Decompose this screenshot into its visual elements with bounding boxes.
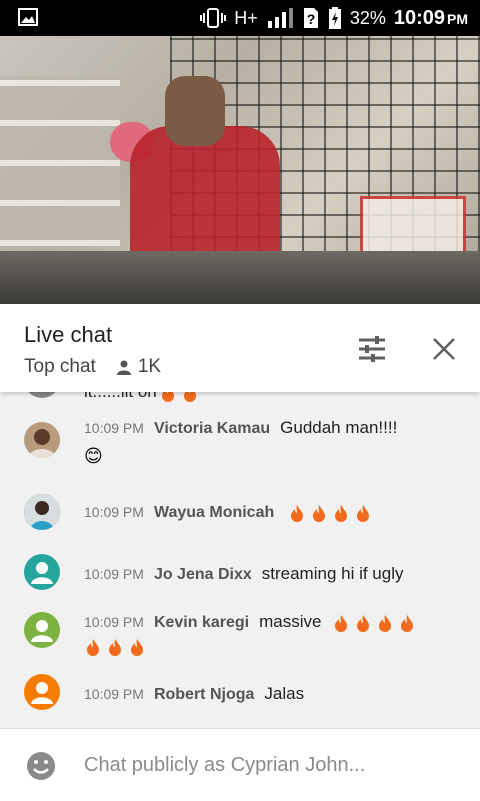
avatar	[24, 422, 60, 458]
fire-icon	[183, 392, 196, 403]
fire-icon	[334, 615, 347, 633]
network-type: H+	[234, 7, 258, 28]
emoji-button[interactable]	[26, 751, 56, 781]
fire-icon	[400, 615, 413, 633]
emoji-line: 😊	[84, 446, 103, 466]
status-bar: H+ ? 32% 10:09 PM	[0, 0, 480, 36]
fire-icon	[291, 505, 304, 523]
live-chat-title: Live chat	[24, 322, 113, 347]
avatar	[24, 612, 60, 648]
avatar	[24, 674, 60, 710]
chat-input[interactable]: Chat publicly as Cyprian John...	[84, 754, 365, 777]
video-shelf	[0, 76, 120, 246]
message-author[interactable]: Kevin karegi	[154, 614, 249, 631]
chat-input-bar: Chat publicly as Cyprian John...	[0, 728, 480, 801]
video-crowd	[0, 251, 480, 304]
fire-icon	[356, 615, 369, 633]
battery-charging-icon	[328, 7, 341, 29]
message-time: 10:09 PM	[84, 686, 144, 702]
video-player[interactable]	[0, 36, 480, 304]
gallery-icon	[18, 8, 38, 26]
fire-icon	[87, 639, 99, 657]
fire-icon	[357, 505, 370, 523]
clock: 10:09 PM	[393, 6, 468, 29]
message-author[interactable]: Robert Njoga	[154, 686, 254, 703]
fire-icon	[378, 615, 391, 633]
viewer-count: 1K	[116, 356, 161, 378]
close-chat-button[interactable]	[427, 332, 461, 366]
avatar	[24, 554, 60, 590]
video-figure	[165, 76, 225, 146]
fire-icon	[161, 392, 174, 403]
person-icon	[116, 360, 131, 375]
message-text: it......lit on	[84, 392, 157, 401]
vibrate-icon	[200, 8, 227, 28]
message-time: 10:09 PM	[84, 566, 144, 582]
fire-icon	[313, 505, 326, 523]
no-sim-icon: ?	[303, 8, 318, 28]
fire-icon	[335, 505, 348, 523]
message-text: streaming hi if ugly	[261, 564, 404, 583]
chat-mode-label: Top chat	[24, 356, 96, 377]
message-author[interactable]: Victoria Kamau	[154, 420, 270, 437]
svg-text:?: ?	[307, 11, 316, 27]
message-text: Jalas	[264, 684, 305, 703]
sliders-icon	[359, 336, 385, 362]
avatar	[24, 392, 60, 398]
message-time: 10:09 PM	[84, 614, 144, 630]
fire-line	[86, 636, 152, 657]
chat-mode-selector[interactable]: Top chat 1K	[24, 356, 161, 378]
avatar	[24, 494, 60, 530]
message-time: 10:09 PM	[84, 504, 144, 520]
close-icon	[433, 338, 455, 360]
message-text: Guddah man!!!!	[280, 418, 398, 437]
message-author[interactable]: Wayua Monicah	[154, 504, 274, 521]
fire-icon	[131, 639, 143, 657]
message-time: 10:09 PM	[84, 420, 144, 436]
fire-icon	[109, 639, 121, 657]
chat-message-list[interactable]: it......lit on 10:09 PM Victoria Kamau Gud…	[0, 392, 480, 726]
chat-header: Live chat Top chat 1K	[0, 304, 480, 392]
battery-level: 32%	[349, 7, 386, 28]
viewer-count-value: 1K	[137, 356, 162, 377]
message-text: massive	[259, 612, 322, 631]
message-author[interactable]: Jo Jena Dixx	[154, 566, 252, 583]
chat-settings-button[interactable]	[355, 332, 389, 366]
signal-icon	[267, 8, 293, 28]
